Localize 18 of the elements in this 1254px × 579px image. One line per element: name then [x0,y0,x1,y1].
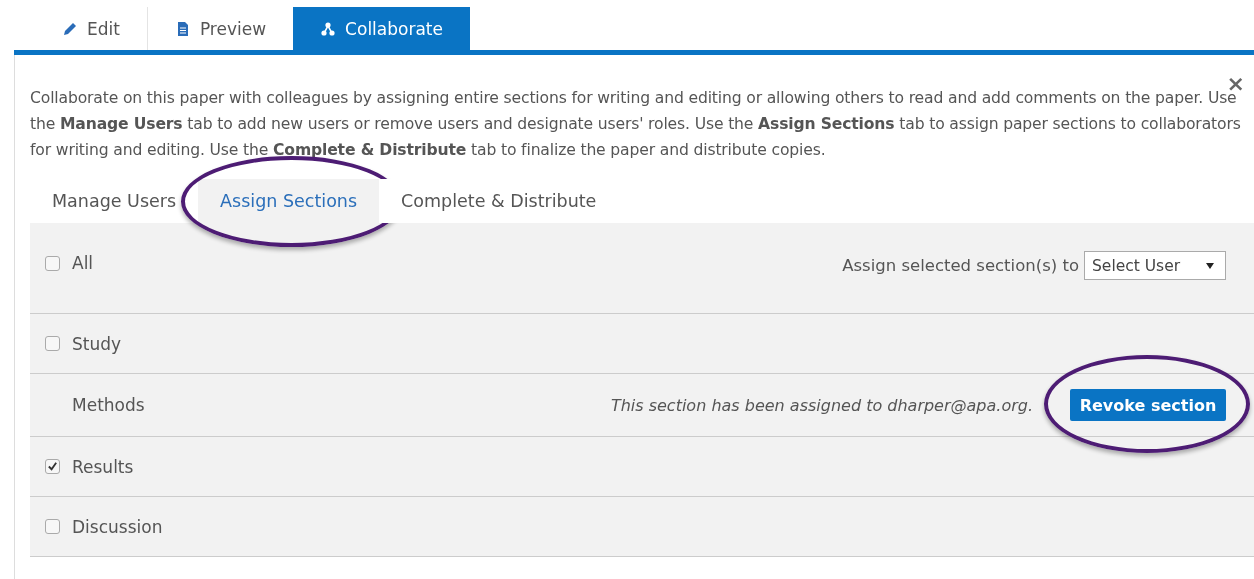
assign-label: Assign selected section(s) to [842,256,1079,275]
checkbox[interactable] [45,519,60,534]
revoke-button[interactable]: Revoke section [1070,389,1226,421]
caret-icon [1205,261,1215,270]
section-label: Results [72,456,134,477]
network-icon [320,20,337,37]
section-label: Methods [72,395,145,415]
checkbox-label: All [72,253,94,273]
checkbox[interactable] [45,459,60,474]
assignment-message: This section has been assigned to dharper@apa.org. [610,395,1033,415]
section-tab[interactable]: Assign Sections [198,179,380,223]
pencil-icon [62,20,78,37]
editor-tab[interactable]: Collaborate [293,7,470,50]
checkbox[interactable] [45,255,60,271]
section-label: Study [72,333,122,354]
user-select[interactable]: Select User [1084,251,1226,280]
checkbox[interactable] [45,336,60,351]
section-label: Discussion [72,516,163,537]
